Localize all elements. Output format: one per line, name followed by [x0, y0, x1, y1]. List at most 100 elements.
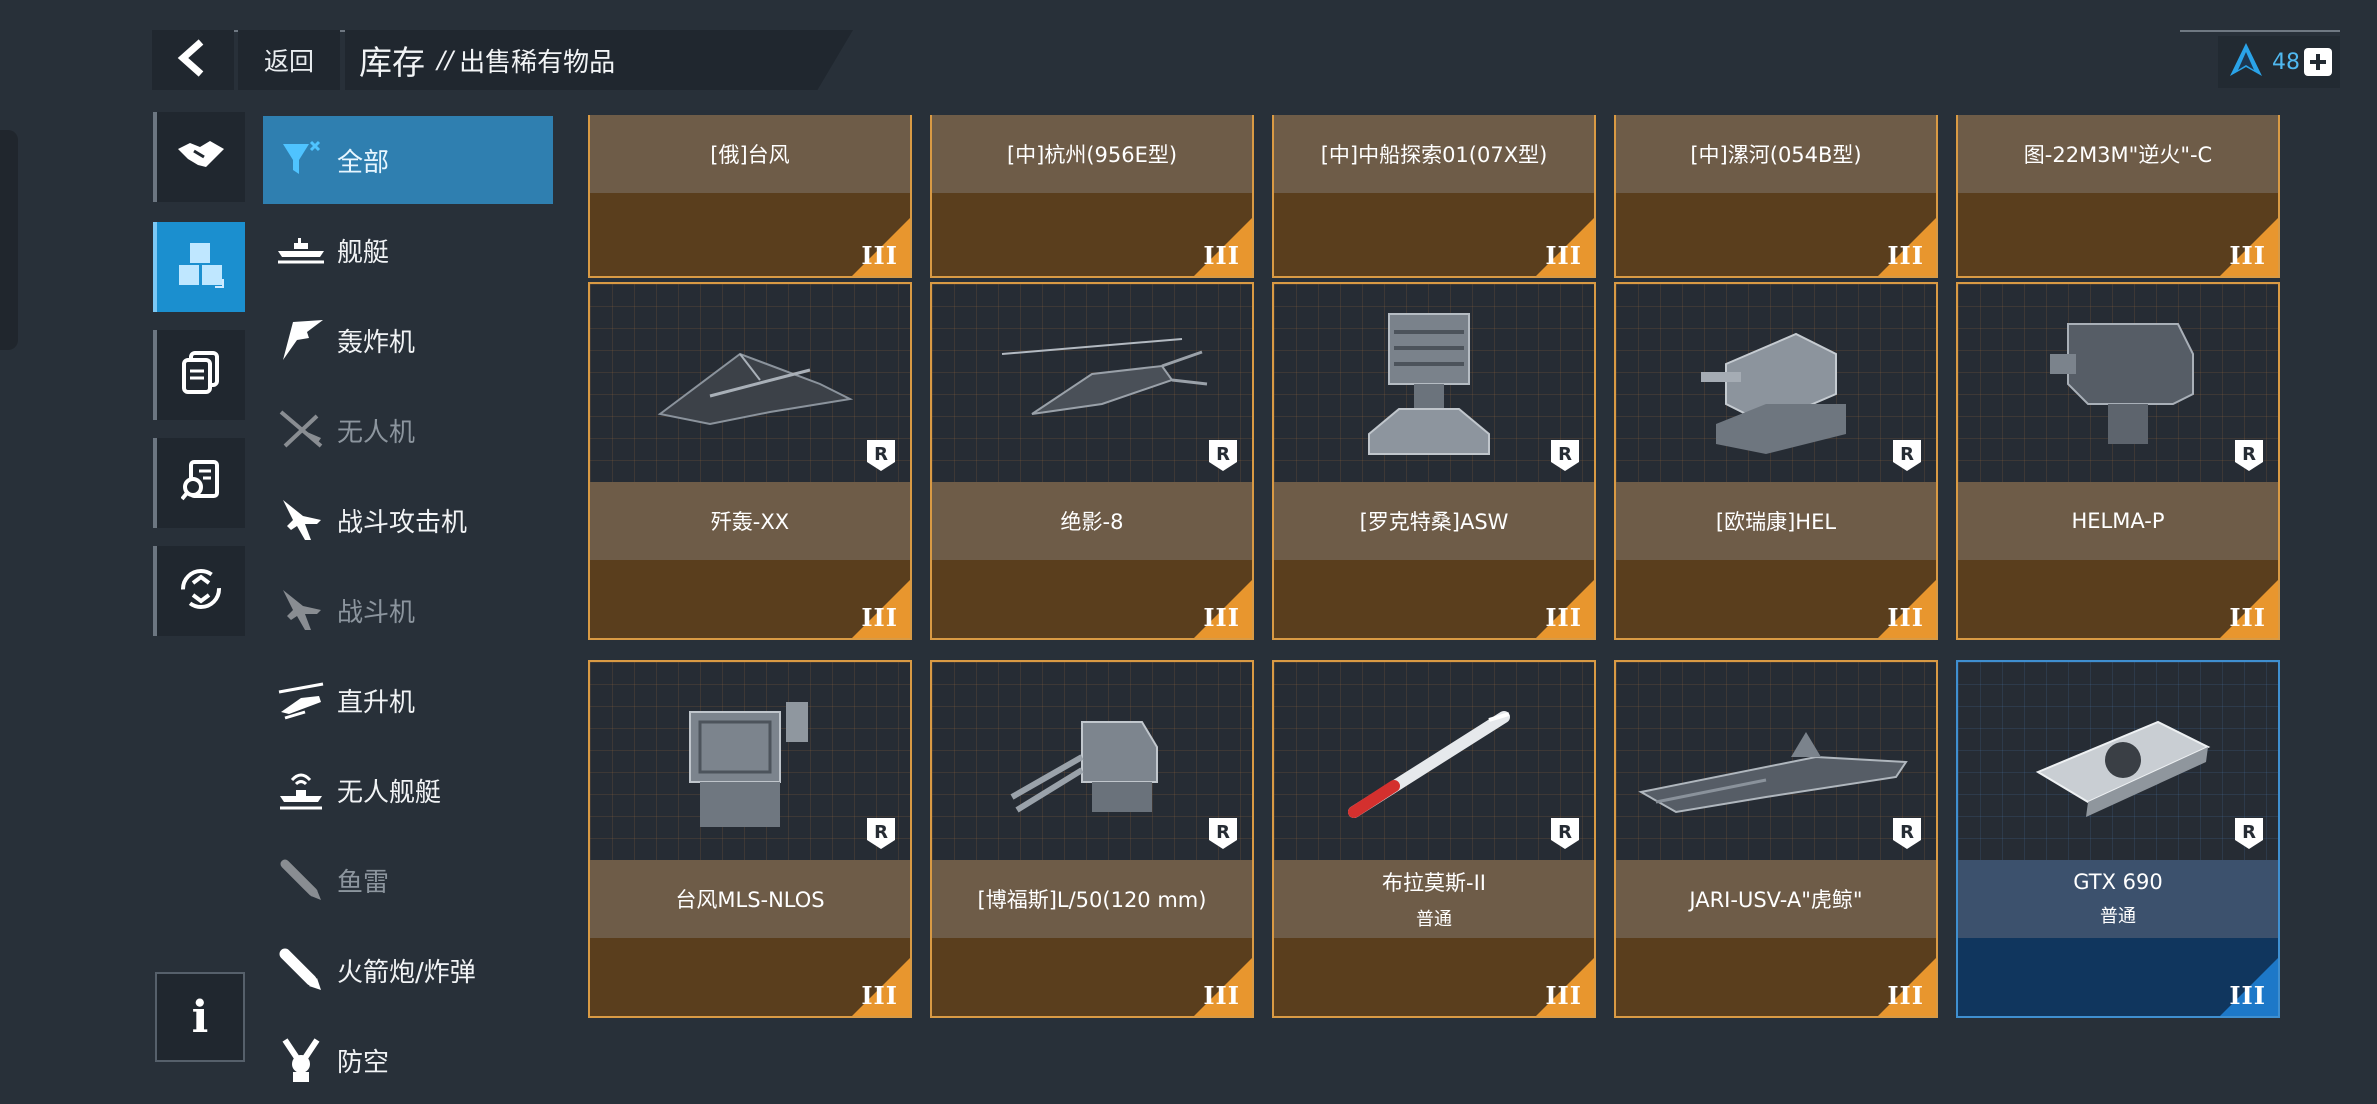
category-label: 战斗机: [337, 597, 416, 628]
rare-badge-icon: R: [1893, 440, 1921, 471]
category-rockets-bombs[interactable]: 火箭炮/炸弹: [263, 926, 553, 1014]
tier-label: III: [1203, 603, 1240, 632]
item-name-panel: 绝影-8: [932, 482, 1252, 560]
cruise-missile-model-icon: [1348, 711, 1510, 818]
category-label: 直升机: [337, 687, 416, 718]
category-all[interactable]: 全部: [263, 116, 553, 204]
tier-label: III: [2229, 603, 2266, 632]
rare-badge-icon: R: [867, 440, 895, 471]
sidebar-recycle-button[interactable]: [153, 546, 245, 636]
item-card[interactable]: R 歼轰-XX III: [588, 282, 912, 640]
edge-pull-tab[interactable]: [0, 130, 18, 350]
item-name: JARI-USV-A"虎鲸": [1689, 888, 1863, 912]
tier-label: III: [1203, 981, 1240, 1010]
svg-text:R: R: [2242, 822, 2256, 843]
item-name: 布拉莫斯-II: [1382, 871, 1486, 895]
category-attack-jets[interactable]: 战斗攻击机: [263, 476, 553, 564]
item-name-panel: [俄]台风: [590, 115, 910, 193]
unmanned-ship-icon: [275, 764, 327, 816]
graphics-card-model-icon: [2035, 720, 2211, 817]
item-name-panel: [中]杭州(956E型): [932, 115, 1252, 193]
item-name: 绝影-8: [1060, 510, 1124, 534]
item-name: [中]中船探索01(07X型): [1320, 143, 1548, 167]
back-button[interactable]: [152, 30, 234, 90]
attack-jet-icon: [275, 494, 327, 546]
item-name-panel: [中]中船探索01(07X型): [1274, 115, 1594, 193]
search-document-icon: [180, 459, 221, 507]
item-card[interactable]: 图-22M3M"逆火"-C III: [1956, 115, 2280, 278]
sidebar-search-button[interactable]: [153, 438, 245, 528]
tier-label: III: [1545, 241, 1582, 270]
item-image: [590, 284, 910, 482]
item-name: HELMA-P: [2071, 509, 2165, 533]
item-name-panel: GTX 690 普通: [1958, 860, 2278, 938]
rank-a-icon: [2226, 40, 2266, 84]
item-card[interactable]: R 绝影-8 III: [930, 282, 1254, 640]
category-helicopters[interactable]: 直升机: [263, 656, 553, 744]
cubes-icon: [175, 239, 227, 295]
currency-counter[interactable]: 48: [2218, 36, 2340, 88]
rare-badge-icon: R: [1893, 818, 1921, 849]
item-card[interactable]: R 布拉莫斯-II 普通 III: [1272, 660, 1596, 1018]
page-title: 库存: [359, 43, 425, 82]
item-card[interactable]: [中]中船探索01(07X型) III: [1272, 115, 1596, 278]
category-anti-air[interactable]: 防空: [263, 1016, 553, 1104]
category-bombers[interactable]: 轰炸机: [263, 296, 553, 384]
item-name-panel: [博福斯]L/50(120 mm): [932, 860, 1252, 938]
category-torpedoes[interactable]: 鱼雷: [263, 836, 553, 924]
category-label: 战斗攻击机: [337, 507, 468, 538]
item-card[interactable]: [中]杭州(956E型) III: [930, 115, 1254, 278]
item-name: [博福斯]L/50(120 mm): [977, 888, 1207, 912]
sidebar-cards-button[interactable]: [153, 330, 245, 420]
recycle-icon: [179, 567, 223, 615]
svg-text:R: R: [1216, 444, 1230, 465]
item-card[interactable]: [俄]台风 III: [588, 115, 912, 278]
svg-text:R: R: [1558, 444, 1572, 465]
cards-icon: [181, 351, 221, 399]
item-name-panel: JARI-USV-A"虎鲸": [1616, 860, 1936, 938]
category-ships[interactable]: 舰艇: [263, 206, 553, 294]
svg-text:R: R: [1558, 822, 1572, 843]
sidebar-inventory-button[interactable]: [153, 222, 245, 312]
category-drones[interactable]: 无人机: [263, 386, 553, 474]
item-name-panel: [罗克特桑]ASW: [1274, 482, 1594, 560]
add-currency-icon[interactable]: [2304, 48, 2332, 76]
rare-badge-icon: R: [2235, 818, 2263, 849]
item-image: [1616, 284, 1936, 482]
bomber-icon: [275, 314, 327, 366]
item-card[interactable]: R 台风MLS-NLOS III: [588, 660, 912, 1018]
category-unmanned-ships[interactable]: 无人舰艇: [263, 746, 553, 834]
back-label-button[interactable]: 返回: [238, 30, 340, 90]
laser-turret-model-icon: [1701, 332, 1846, 454]
category-label: 防空: [337, 1047, 390, 1078]
item-name: [欧瑞康]HEL: [1715, 510, 1837, 534]
laser-mount-model-icon: [2050, 323, 2194, 444]
category-fighters[interactable]: 战斗机: [263, 566, 553, 654]
item-image: [1958, 662, 2278, 860]
rare-badge-icon: R: [1551, 440, 1579, 471]
currency-amount: 48: [2272, 49, 2300, 75]
item-name: 图-22M3M"逆火"-C: [2023, 143, 2213, 167]
sidebar-trade-button[interactable]: [153, 112, 245, 202]
item-card[interactable]: R [欧瑞康]HEL III: [1614, 282, 1938, 640]
tier-label: III: [1545, 981, 1582, 1010]
ship-icon: [275, 224, 327, 276]
item-card[interactable]: [中]漯河(054B型) III: [1614, 115, 1938, 278]
category-label: 鱼雷: [337, 867, 390, 898]
item-image: [1274, 662, 1594, 860]
rare-badge-icon: R: [1209, 440, 1237, 471]
item-card[interactable]: R HELMA-P III: [1956, 282, 2280, 640]
rocket-launcher-model-icon: [1368, 313, 1490, 455]
item-name: [罗克特桑]ASW: [1359, 510, 1509, 534]
item-card[interactable]: R JARI-USV-A"虎鲸" III: [1614, 660, 1938, 1018]
item-name: [俄]台风: [710, 143, 790, 167]
item-card[interactable]: R [罗克特桑]ASW III: [1272, 282, 1596, 640]
item-name-panel: 布拉莫斯-II 普通: [1274, 860, 1594, 938]
info-button[interactable]: i: [155, 972, 245, 1062]
item-card[interactable]: R [博福斯]L/50(120 mm) III: [930, 660, 1254, 1018]
svg-text:R: R: [874, 444, 888, 465]
svg-text:R: R: [1900, 822, 1914, 843]
item-image: [932, 662, 1252, 860]
fighter-icon: [275, 584, 327, 636]
item-card[interactable]: R GTX 690 普通 III: [1956, 660, 2280, 1018]
